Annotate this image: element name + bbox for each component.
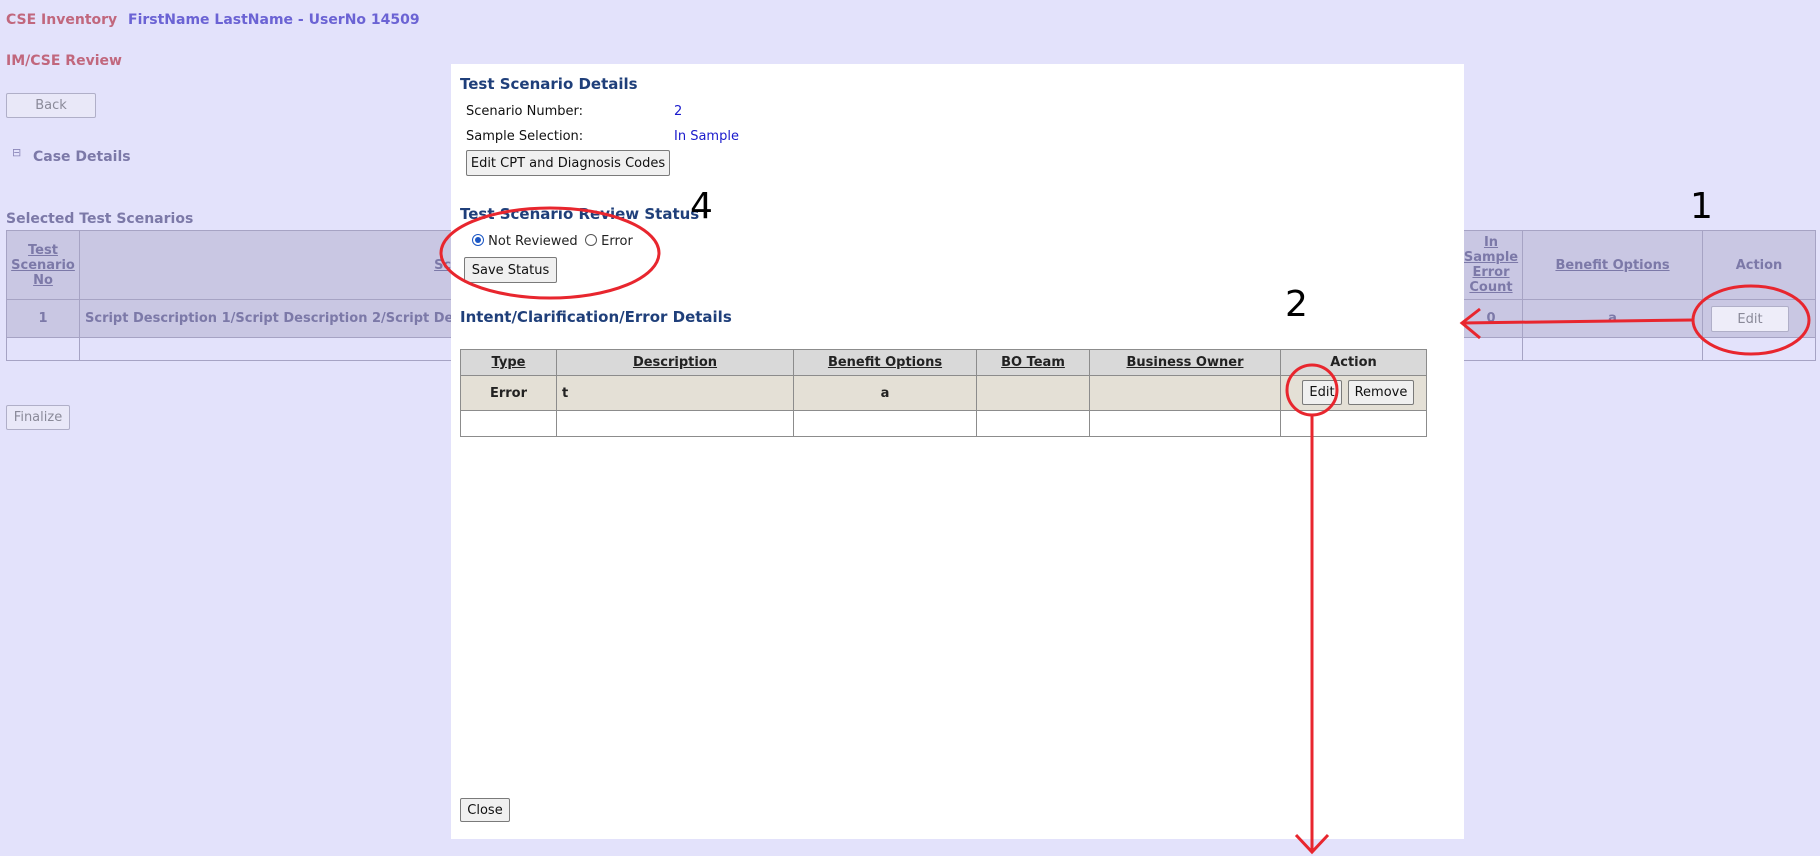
radio-not-reviewed-label: Not Reviewed: [488, 234, 578, 249]
radio-not-reviewed[interactable]: Not Reviewed: [472, 234, 578, 249]
row-bo-team: [976, 375, 1090, 411]
details-table: Type Description Benefit Options BO Team…: [460, 349, 1427, 437]
row-benefit: a: [793, 375, 977, 411]
col-benefit-options[interactable]: Benefit Options: [793, 349, 977, 376]
app-name: CSE Inventory: [6, 12, 118, 28]
annotation-number-2: 2: [1285, 284, 1308, 325]
radio-error-indicator[interactable]: [585, 234, 597, 246]
col-benefit-options[interactable]: Benefit Options: [1522, 230, 1703, 300]
back-button[interactable]: Back: [6, 93, 96, 118]
scenario-number-value: 2: [674, 104, 683, 119]
review-status-title: Test Scenario Review Status: [460, 205, 700, 223]
scenario-edit-button[interactable]: Edit: [1711, 306, 1789, 332]
page-title: IM/CSE Review: [6, 53, 122, 69]
collapse-icon[interactable]: ⊟: [12, 146, 21, 159]
close-button[interactable]: Close: [460, 798, 510, 822]
scenario-number-label: Scenario Number:: [466, 104, 584, 119]
benefit-option: a: [1522, 299, 1703, 338]
scenario-no: 1: [6, 299, 80, 338]
row-type: Error: [460, 375, 557, 411]
col-action: Action: [1702, 230, 1816, 300]
annotation-number-1: 1: [1690, 186, 1713, 227]
col-script[interactable]: Scri: [79, 230, 464, 300]
row-business-owner: [1089, 375, 1281, 411]
table-row: [460, 410, 1427, 437]
col-test-scenario-no[interactable]: Test Scenario No: [6, 230, 80, 300]
details-title: Test Scenario Details: [460, 75, 638, 93]
row-description: t: [556, 375, 794, 411]
col-description[interactable]: Description: [556, 349, 794, 376]
scenario-details-modal: Test Scenario Details Scenario Number: 2…: [451, 64, 1464, 839]
error-count: 0: [1459, 299, 1523, 338]
col-type[interactable]: Type: [460, 349, 557, 376]
case-details-label[interactable]: Case Details: [33, 149, 131, 165]
detail-remove-button[interactable]: Remove: [1348, 380, 1414, 405]
radio-error[interactable]: Error: [585, 234, 633, 249]
radio-not-reviewed-indicator[interactable]: [472, 234, 484, 246]
row-action: Edit Remove: [1280, 375, 1427, 411]
col-action: Action: [1280, 349, 1427, 376]
sample-selection-label: Sample Selection:: [466, 129, 584, 144]
user-info: FirstName LastName - UserNo 14509: [128, 12, 420, 28]
details-section-title: Intent/Clarification/Error Details: [460, 308, 732, 326]
table-row: Error t a Edit Remove: [460, 375, 1427, 411]
finalize-button[interactable]: Finalize: [6, 405, 70, 430]
radio-error-label: Error: [601, 234, 633, 249]
save-status-button[interactable]: Save Status: [464, 257, 557, 283]
col-in-sample-error-count[interactable]: In Sample Error Count: [1459, 230, 1523, 300]
annotation-number-4: 4: [690, 186, 713, 227]
edit-codes-button[interactable]: Edit CPT and Diagnosis Codes: [466, 150, 670, 176]
selected-scenarios-title: Selected Test Scenarios: [6, 211, 194, 227]
sample-selection-value: In Sample: [674, 129, 739, 144]
detail-edit-button[interactable]: Edit: [1302, 380, 1342, 405]
col-business-owner[interactable]: Business Owner: [1089, 349, 1281, 376]
col-bo-team[interactable]: BO Team: [976, 349, 1090, 376]
